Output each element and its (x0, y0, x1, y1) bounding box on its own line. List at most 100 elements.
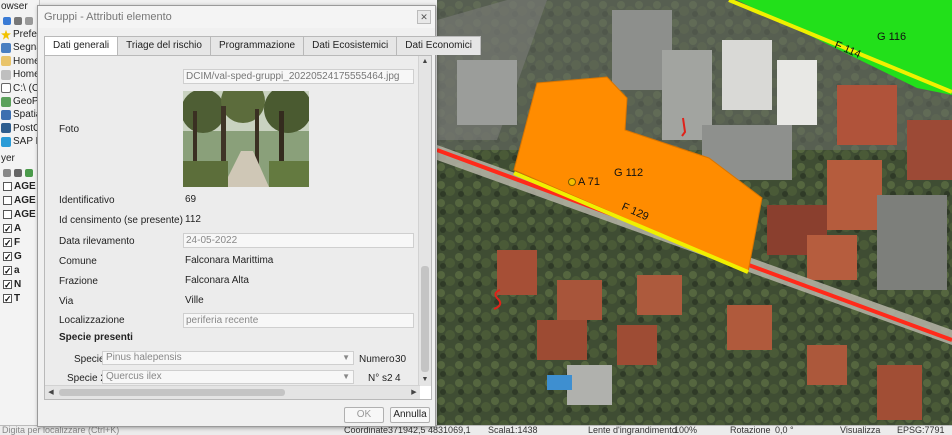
tree-photo[interactable] (183, 91, 309, 187)
tab-triage-rischio[interactable]: Triage del rischio (117, 36, 211, 55)
magnifier-value[interactable]: 100% (674, 426, 697, 435)
browser-item-label: C:\ (C (13, 82, 40, 94)
comune-value[interactable]: Falconara Marittima (183, 254, 414, 269)
browser-item-label: Segna (13, 42, 40, 54)
browser-item-label: Home (13, 55, 40, 67)
tab-dati-ecosistemici[interactable]: Dati Ecosistemici (303, 36, 398, 55)
filter-icon[interactable] (25, 168, 33, 177)
layer-checkbox[interactable] (3, 222, 12, 236)
attributes-dialog: Gruppi - Attributi elemento ✕ Dati gener… (37, 5, 481, 427)
bookmark-icon (1, 43, 11, 54)
layer-checkbox[interactable] (3, 182, 12, 192)
layer-item[interactable]: a (0, 264, 39, 278)
layer-item[interactable]: AGE (0, 194, 39, 208)
browser-item[interactable]: C:\ (C (0, 82, 39, 95)
layer-checkbox[interactable] (3, 292, 12, 306)
photo-path-field[interactable]: DCIM/val-sped-gruppi_20220524175555464.j… (183, 69, 414, 84)
layer-label: G (14, 250, 22, 262)
layer-item[interactable]: A (0, 222, 39, 236)
scale-label: Scala (488, 425, 511, 435)
scroll-right-icon[interactable]: ▶ (408, 386, 420, 399)
form-area: DCIM/val-sped-gruppi_20220524175555464.j… (45, 56, 420, 386)
browser-item[interactable]: Home (0, 55, 39, 68)
vertical-scrollbar[interactable]: ▲ ▼ (418, 56, 431, 386)
ok-button[interactable]: OK (344, 407, 384, 423)
localizzazione-field[interactable]: periferia recente (183, 313, 414, 328)
foto-label: Foto (59, 124, 80, 135)
ns2-label: N° s2 (368, 373, 393, 384)
browser-item[interactable]: Spatia (0, 108, 39, 121)
layer-item[interactable]: AGE (0, 180, 39, 194)
drive-icon (1, 83, 11, 94)
rotation-label: Rotazione (730, 425, 771, 435)
eye-icon[interactable] (14, 168, 22, 177)
layer-checkbox[interactable] (3, 278, 12, 292)
tab-programmazione[interactable]: Programmazione (209, 36, 305, 55)
crs-value[interactable]: EPSG:7791 (897, 426, 945, 435)
database-icon (1, 136, 11, 147)
scroll-up-icon[interactable]: ▲ (419, 56, 431, 68)
horizontal-scrollbar[interactable]: ◀ ▶ (45, 385, 420, 399)
browser-item[interactable]: Segna (0, 41, 39, 54)
layer-item[interactable]: F (0, 236, 39, 250)
data-rilevamento-field[interactable]: 24-05-2022 (183, 233, 414, 248)
data-rilevamento-label: Data rilevamento (59, 236, 135, 247)
tab-dati-generali[interactable]: Dati generali (44, 36, 119, 56)
postgis-icon (1, 123, 11, 134)
browser-item-label: SAP H (13, 136, 40, 148)
layer-label: T (14, 292, 21, 304)
specie-label: Specie (74, 354, 105, 365)
refresh-icon[interactable] (3, 17, 11, 25)
dialog-titlebar[interactable]: Gruppi - Attributi elemento ✕ (38, 6, 435, 28)
layer-checkbox[interactable] (3, 196, 12, 206)
scale-value[interactable]: 1:1438 (510, 426, 538, 435)
chevron-down-icon: ▼ (342, 353, 350, 362)
collapse-icon[interactable] (25, 17, 33, 25)
render-label[interactable]: Visualizza (840, 426, 880, 435)
browser-panel-title: owser (1, 1, 28, 12)
style-icon[interactable] (3, 168, 11, 177)
numero-value[interactable]: 30 (395, 354, 406, 365)
home-folder-icon (1, 56, 11, 67)
specie2-select[interactable]: Quercus ilex ▼ (102, 370, 354, 384)
cancel-button[interactable]: Annulla (390, 407, 430, 423)
geopackage-icon (1, 96, 11, 107)
layer-checkbox[interactable] (3, 236, 12, 250)
layer-item[interactable]: T (0, 292, 39, 306)
scroll-left-icon[interactable]: ◀ (45, 386, 57, 399)
scroll-thumb[interactable] (59, 389, 285, 396)
via-value[interactable]: Ville (183, 294, 414, 309)
browser-item[interactable]: Prefer (0, 28, 39, 41)
rotation-value[interactable]: 0,0 ° (775, 426, 794, 435)
specie2-select-value: Quercus ilex (106, 371, 162, 382)
frazione-value[interactable]: Falconara Alta (183, 274, 414, 289)
specie-presenti-title: Specie presenti (59, 332, 133, 343)
filter-icon[interactable] (14, 17, 22, 25)
layer-item[interactable]: G (0, 250, 39, 264)
layer-item[interactable]: N (0, 278, 39, 292)
scroll-down-icon[interactable]: ▼ (419, 374, 431, 386)
browser-item[interactable]: SAP H (0, 135, 39, 148)
left-dock: owser Prefer Segna Home Home C:\ (C GeoP… (0, 0, 40, 425)
layer-checkbox[interactable] (3, 264, 12, 278)
map-canvas[interactable]: G 116 F 114 G 112 A 71 F 129 (437, 0, 952, 425)
layer-label: AGE (14, 180, 36, 192)
browser-item[interactable]: Home (0, 68, 39, 81)
browser-item[interactable]: GeoPa (0, 95, 39, 108)
identificativo-value[interactable]: 69 (183, 193, 414, 208)
layer-checkbox[interactable] (3, 250, 12, 264)
numero-label: Numero (359, 354, 395, 365)
tab-dati-economici[interactable]: Dati Economici (396, 36, 481, 55)
ns2-value[interactable]: 4 (395, 373, 401, 384)
id-censimento-value[interactable]: 112 (183, 213, 414, 228)
star-icon (1, 29, 11, 40)
spatialite-icon (1, 110, 11, 121)
layer-label: N (14, 278, 22, 290)
browser-item[interactable]: PostG (0, 122, 39, 135)
specie-select[interactable]: Pinus halepensis ▼ (102, 351, 354, 365)
layer-item[interactable]: AGE (0, 208, 39, 222)
scroll-thumb[interactable] (421, 266, 429, 372)
layer-checkbox[interactable] (3, 210, 12, 220)
comune-label: Comune (59, 256, 97, 267)
close-icon[interactable]: ✕ (417, 10, 431, 24)
